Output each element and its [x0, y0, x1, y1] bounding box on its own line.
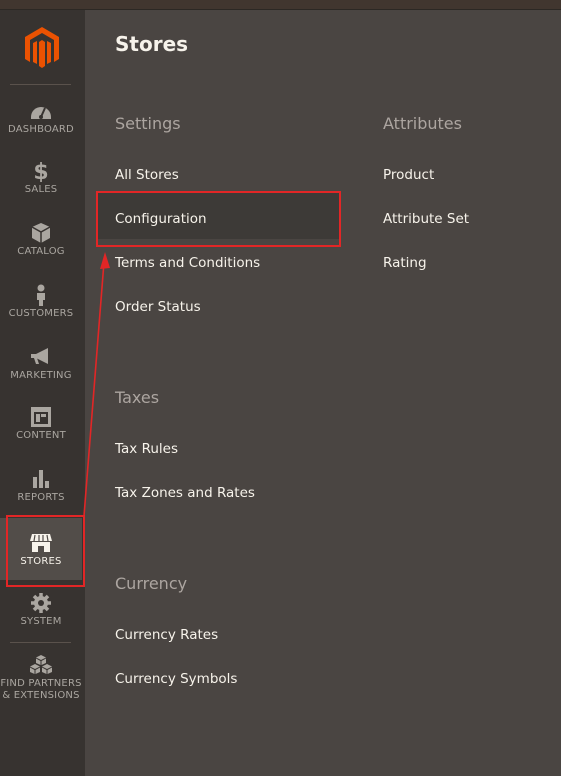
annotation-box-configuration	[96, 191, 341, 247]
megaphone-icon	[29, 346, 53, 368]
annotation-box-stores	[6, 515, 85, 587]
box-icon	[29, 222, 53, 244]
link-attribute-set[interactable]: Attribute Set	[383, 211, 469, 227]
sidebar-item-label: SALES	[24, 184, 58, 195]
link-all-stores[interactable]: All Stores	[115, 167, 179, 183]
stores-menu-panel: Stores Settings All Stores Configuration…	[85, 10, 561, 776]
sidebar-divider	[10, 84, 71, 85]
sidebar-item-label: DASHBOARD	[8, 124, 74, 135]
sidebar-item-marketing[interactable]: MARKETING	[0, 346, 82, 408]
sidebar-item-find-partners[interactable]: FIND PARTNERS & EXTENSIONS	[0, 654, 82, 718]
section-title-taxes: Taxes	[115, 388, 160, 407]
link-currency-rates[interactable]: Currency Rates	[115, 627, 218, 643]
link-currency-symbols[interactable]: Currency Symbols	[115, 671, 237, 687]
link-rating[interactable]: Rating	[383, 255, 427, 271]
link-terms-and-conditions[interactable]: Terms and Conditions	[115, 255, 260, 271]
section-title-settings: Settings	[115, 114, 181, 133]
top-bar	[0, 0, 561, 10]
svg-text:$: $	[33, 160, 48, 182]
sidebar-item-label: FIND PARTNERS	[0, 678, 82, 689]
sidebar-item-customers[interactable]: CUSTOMERS	[0, 284, 82, 346]
sidebar-item-catalog[interactable]: CATALOG	[0, 222, 82, 284]
section-title-attributes: Attributes	[383, 114, 462, 133]
sidebar-divider	[10, 642, 71, 643]
sidebar-item-label-line2: & EXTENSIONS	[2, 690, 80, 701]
magento-logo-icon[interactable]	[23, 26, 61, 70]
admin-sidebar: DASHBOARD $ SALES CATALOG CUSTOMERS MARK…	[0, 10, 84, 776]
sidebar-item-dashboard[interactable]: DASHBOARD	[0, 100, 82, 162]
cubes-icon	[29, 654, 53, 676]
sidebar-item-label: REPORTS	[17, 492, 65, 503]
section-title-currency: Currency	[115, 574, 188, 593]
sidebar-item-content[interactable]: CONTENT	[0, 406, 82, 468]
sidebar-item-label: CONTENT	[16, 430, 66, 441]
link-tax-rules[interactable]: Tax Rules	[115, 441, 178, 457]
bar-chart-icon	[29, 468, 53, 490]
panel-title: Stores	[115, 32, 189, 56]
sidebar-item-label: MARKETING	[10, 370, 72, 381]
sidebar-item-sales[interactable]: $ SALES	[0, 160, 82, 222]
sidebar-item-label: CATALOG	[17, 246, 65, 257]
person-icon	[29, 284, 53, 306]
link-tax-zones-and-rates[interactable]: Tax Zones and Rates	[115, 485, 255, 501]
sidebar-item-label: SYSTEM	[20, 616, 62, 627]
layout-icon	[29, 406, 53, 428]
sidebar-item-system[interactable]: SYSTEM	[0, 592, 82, 654]
link-product[interactable]: Product	[383, 167, 434, 183]
dollar-icon: $	[29, 160, 53, 185]
dashboard-icon	[29, 100, 53, 122]
link-order-status[interactable]: Order Status	[115, 299, 201, 315]
gear-icon	[29, 592, 53, 614]
sidebar-item-label: CUSTOMERS	[8, 308, 74, 319]
